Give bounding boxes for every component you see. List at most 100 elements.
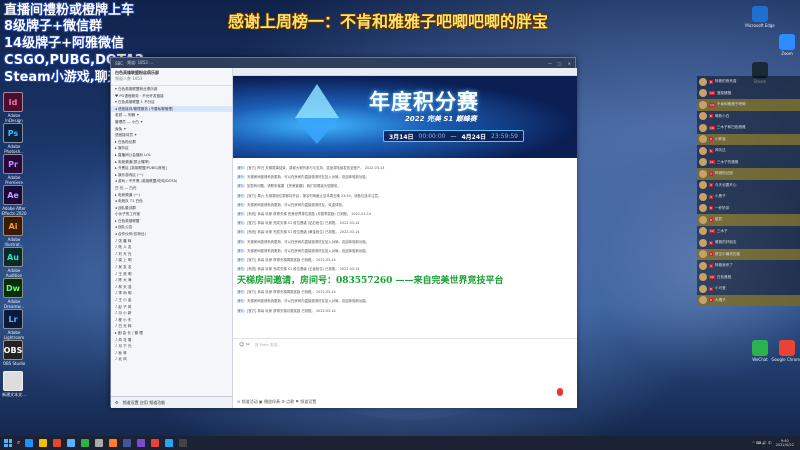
channel-tree-item[interactable]: ♪ 北 风 bbox=[111, 356, 232, 363]
channel-tree-item[interactable]: ♪ 陆 人 友 bbox=[111, 244, 232, 251]
app-icon[interactable]: Au bbox=[3, 247, 23, 267]
channel-tree-item[interactable]: 语音接待员 ✦ bbox=[111, 132, 232, 139]
channel-tree-item[interactable]: ◂ 游戏 / 不开黑 (英雄联盟/吃鸡/DOTA) bbox=[111, 178, 232, 185]
taskbar-app-icon[interactable] bbox=[179, 439, 188, 447]
app-icon-label[interactable]: Microsoft Edge bbox=[740, 23, 780, 28]
channel-tree-item[interactable]: ♪ 李 尚 明 bbox=[111, 290, 232, 297]
app-icon-label[interactable]: Adobe Lightroom bbox=[0, 330, 28, 340]
channel-tree-item[interactable]: ♪ 吴 友 名 bbox=[111, 264, 232, 271]
taskbar-app-icon[interactable] bbox=[137, 439, 146, 447]
channel-tree-item[interactable]: ♪ 白 光 辉 bbox=[111, 323, 232, 330]
message-input-area[interactable]: ☺ ✂ 按 Enter 发送... ⊙ 频道活动 ▣ 播放伴奏 ⚙ 点歌 ⚑ 频… bbox=[233, 338, 577, 408]
channel-tree-item[interactable]: ♪ 梁 上 明 bbox=[111, 257, 232, 264]
taskbar-app-icon[interactable] bbox=[95, 439, 104, 447]
channel-tree-item[interactable]: ▸ 副 会 长 / 管 理 bbox=[111, 330, 232, 337]
channel-tree-item[interactable]: 管理员 — 小白 ✦ bbox=[111, 119, 232, 126]
taskbar-app-icon[interactable] bbox=[81, 439, 90, 447]
channel-tree-item[interactable]: ▸ 电竞频道 (一) bbox=[111, 192, 232, 199]
app-icon[interactable] bbox=[752, 6, 768, 22]
sidebar-footer-text[interactable]: 频道设置 应用 频道功能 bbox=[123, 400, 166, 406]
input-toolbar[interactable]: ☺ ✂ bbox=[233, 339, 577, 351]
room-invite-highlight[interactable]: 天梯房间邀请，房间号：083557260 ——来自完美世界竞技平台 bbox=[237, 274, 573, 288]
channel-tree-item[interactable]: ▸ 电竞频道(禁止喧哗) bbox=[111, 159, 232, 166]
channel-tree-item[interactable]: 白 光 — 白光 bbox=[111, 185, 232, 192]
app-icon-label[interactable]: Adobe Premiere bbox=[0, 175, 28, 185]
app-icon[interactable]: Ps bbox=[3, 123, 23, 143]
mic-icon[interactable] bbox=[557, 388, 563, 396]
channel-tree-item[interactable]: ▸ 开黑区 [英雄联盟/PUBG/其他] bbox=[111, 165, 232, 172]
search-icon[interactable]: ⌕ bbox=[17, 439, 20, 447]
taskbar-app-icon[interactable] bbox=[25, 439, 34, 447]
channel-tree-item[interactable]: ♪ 风 花 雪 bbox=[111, 337, 232, 344]
app-icon[interactable]: Pr bbox=[3, 154, 23, 174]
app-icon[interactable]: OBS bbox=[3, 340, 23, 360]
channel-tree-item[interactable]: ◂ 战队集训群 bbox=[111, 205, 232, 212]
app-icon[interactable] bbox=[752, 340, 768, 356]
window-titlebar[interactable]: SBC 频道: 1853 … — □ ✕ bbox=[111, 58, 575, 68]
app-icon[interactable]: Id bbox=[3, 92, 23, 112]
channel-tree-item[interactable]: ♪ 王 小 金 bbox=[111, 297, 232, 304]
app-icon-label[interactable]: 新建文本文... bbox=[0, 392, 28, 397]
app-icon-label[interactable]: Adobe Illustrat... bbox=[0, 237, 28, 247]
app-icon[interactable] bbox=[3, 371, 23, 391]
channel-tree-item[interactable]: ♪ 秋 林 bbox=[111, 350, 232, 357]
app-icon[interactable] bbox=[779, 340, 795, 356]
channel-tree-item[interactable]: ▸ 娱乐游戏区 (一) bbox=[111, 172, 232, 179]
app-icon-label[interactable]: Google Chrome bbox=[767, 357, 800, 362]
channel-tree-item[interactable]: ♪ 陈 大 海 bbox=[111, 277, 232, 284]
channel-tree-item[interactable]: ◂ 战队公告 bbox=[111, 224, 232, 231]
channel-tree-item[interactable]: ♪ 王 亮 明 bbox=[111, 271, 232, 278]
channel-tree-item[interactable]: ♪ 赵 子 风 bbox=[111, 304, 232, 311]
channel-tree-item[interactable]: ♪ 刘 天 光 bbox=[111, 251, 232, 258]
app-icon[interactable]: Ae bbox=[3, 185, 23, 205]
app-icon-label[interactable]: Zoom bbox=[767, 51, 800, 56]
app-icon-label[interactable]: Adobe InDesign bbox=[0, 113, 28, 123]
app-icon-label[interactable]: OBS Studio bbox=[0, 361, 28, 366]
close-icon[interactable]: ✕ bbox=[568, 61, 571, 66]
chat-log: 通知: [官方] 昨日 天梯赛事结束，感谢大家的参与与支持，奖品将陆续发放至账户。… bbox=[237, 164, 573, 316]
channel-tree-item[interactable]: ◂ 电竞队 T1 白色 bbox=[111, 198, 232, 205]
channel-tree-item[interactable]: ♪ 程 小 东 bbox=[111, 317, 232, 324]
channel-tree-item[interactable]: ▸ 白色英雄联盟 bbox=[111, 218, 232, 225]
channel-tree-item[interactable]: ▸ 娱乐区 bbox=[111, 145, 232, 152]
taskbar-app-icon[interactable] bbox=[109, 439, 118, 447]
channel-tree-item[interactable]: ◂ 合作伙伴(仅粉丝) bbox=[111, 231, 232, 238]
taskbar-app-icon[interactable] bbox=[53, 439, 62, 447]
maximize-icon[interactable]: □ bbox=[558, 61, 562, 66]
app-icon[interactable]: Dw bbox=[3, 278, 23, 298]
channel-tree-item[interactable]: ♪ 冯 小 新 bbox=[111, 310, 232, 317]
event-banner[interactable]: 年度积分赛 2022 完美 S1 巅峰赛 3月14日 00:00:00 — 4月… bbox=[233, 76, 577, 158]
channel-tree-item[interactable]: ♪ 林 天 浩 bbox=[111, 284, 232, 291]
tray-icons[interactable]: ^ ⌨ 🔊 中 bbox=[752, 441, 772, 446]
taskbar-app-icon[interactable] bbox=[39, 439, 48, 447]
channel-tree-item[interactable]: 小伙子的工作室 bbox=[111, 211, 232, 218]
channel-tree-item[interactable]: ♪ 张 晨 辉 bbox=[111, 238, 232, 245]
message-input[interactable]: 按 Enter 发送... bbox=[255, 343, 280, 348]
app-icon-label[interactable]: Adobe After Effects 2020 bbox=[0, 206, 28, 216]
channel-tree-item[interactable]: ♥ PG语音服务 · 不允许发链接 bbox=[111, 93, 232, 100]
settings-icon[interactable]: ⚙ bbox=[115, 400, 119, 405]
taskbar-app-icon[interactable] bbox=[123, 439, 132, 447]
taskbar-app-icon[interactable] bbox=[151, 439, 160, 447]
taskbar-app-icon[interactable] bbox=[67, 439, 76, 447]
taskbar-app-icon[interactable] bbox=[165, 439, 174, 447]
channel-tree-item[interactable]: ▸ 直播间公会福利 LOL bbox=[111, 152, 232, 159]
channel-tree-item[interactable]: ♪ 月 下 光 bbox=[111, 343, 232, 350]
channel-tree-item[interactable]: ◂ 语音接待/管理服务 (不要私聊管理) bbox=[111, 105, 232, 113]
app-icon-label[interactable]: Adobe Dreamw... bbox=[0, 299, 28, 309]
channel-tree-item[interactable]: 兔兔 ✦ bbox=[111, 126, 232, 133]
app-icon[interactable]: Lr bbox=[3, 309, 23, 329]
channel-tree-item[interactable]: 老铁 — 阿雅 ✦ bbox=[111, 112, 232, 119]
channel-tree-item[interactable]: ▾ 白色英雄联盟粉丝俱乐部 bbox=[111, 86, 232, 93]
live-chat-username: 阿雅的夜来香 bbox=[714, 79, 737, 84]
windows-start-icon[interactable] bbox=[4, 439, 12, 447]
app-icon[interactable] bbox=[779, 34, 795, 50]
channel-tree-item[interactable]: ▸ 白色粉丝群 bbox=[111, 139, 232, 146]
channel-tree-item[interactable]: ▾ 白色英雄联盟 1 不分区 bbox=[111, 99, 232, 106]
clock[interactable]: 9:40 2022/4/22 bbox=[776, 439, 794, 447]
app-icon-label[interactable]: Adobe Audition bbox=[0, 268, 28, 278]
app-icon[interactable]: Ai bbox=[3, 216, 23, 236]
app-icon-label[interactable]: Adobe Photosh... bbox=[0, 144, 28, 154]
bottom-actions[interactable]: ⊙ 频道活动 ▣ 播放伴奏 ⚙ 点歌 ⚑ 频道设置 bbox=[237, 399, 316, 405]
minimize-icon[interactable]: — bbox=[548, 61, 552, 66]
